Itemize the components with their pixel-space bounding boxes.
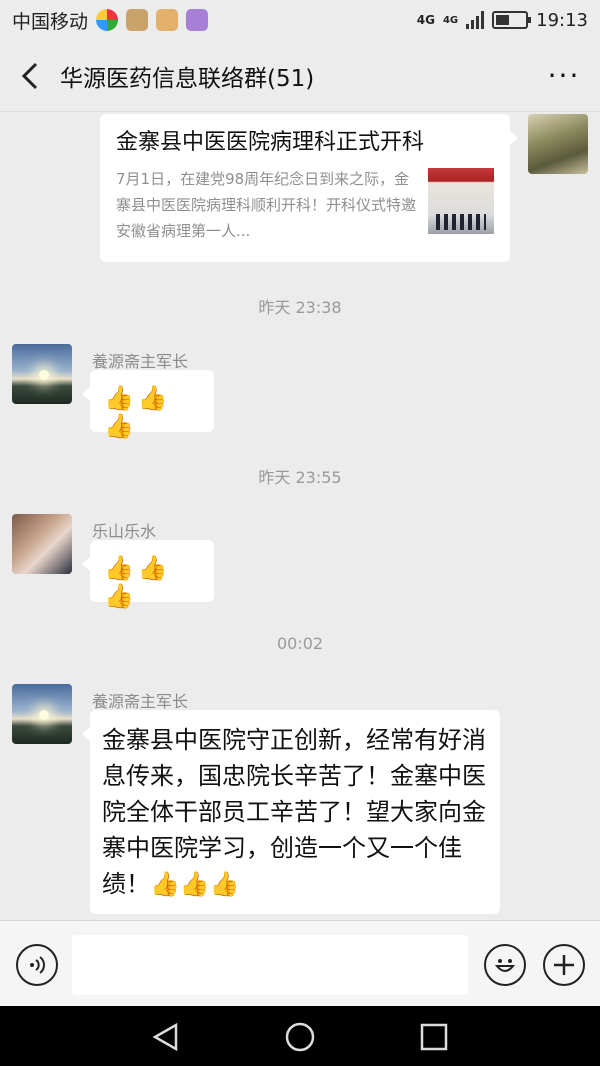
message-input[interactable]: [72, 935, 468, 995]
my-avatar[interactable]: [528, 114, 588, 174]
voice-button[interactable]: [16, 944, 58, 986]
plus-icon: [554, 955, 574, 975]
back-button[interactable]: [0, 40, 60, 112]
sender-name: 乐山乐水: [92, 522, 157, 541]
timestamp: 昨天 23:55: [258, 468, 342, 487]
tag-app-icon: [156, 9, 179, 31]
link-card[interactable]: 金寨县中医医院病理科正式开科 7月1日，在建党98周年纪念日到来之际，金寨县中医…: [100, 114, 518, 262]
link-card-title: 金寨县中医医院病理科正式开科: [116, 130, 425, 155]
carrier-name: 中国移动: [12, 10, 89, 33]
link-card-thumbnail: [428, 168, 494, 234]
sender-avatar[interactable]: [12, 514, 72, 574]
circle-home-icon: [285, 1022, 315, 1052]
smiley-icon: [494, 959, 516, 972]
chevron-left-icon: [21, 62, 38, 89]
system-nav-bar: [0, 1006, 600, 1066]
message-text: 金寨县中医院守正创新，经常有好消息传来，国忠院长辛苦了！金塞中医院全体干部员工辛…: [102, 726, 486, 898]
link-card-description: 7月1日，在建党98周年纪念日到来之际，金寨县中医医院病理科顺利开科！开科仪式特…: [116, 170, 416, 240]
sender-avatar[interactable]: [12, 684, 72, 744]
voice-icon: [30, 956, 45, 974]
square-recents-icon: [420, 1023, 448, 1051]
thumbs-up-emoji: 👍👍👍: [104, 554, 172, 610]
nav-home-button[interactable]: [284, 1021, 316, 1053]
chat-messages[interactable]: 金寨县中医医院病理科正式开科 7月1日，在建党98周年纪念日到来之际，金寨县中医…: [0, 112, 600, 920]
chat-header: 华源医药信息联络群(51) ···: [0, 40, 600, 112]
timestamp: 昨天 23:38: [258, 298, 342, 317]
emoji-button[interactable]: [484, 944, 526, 986]
nav-recents-button[interactable]: [418, 1021, 450, 1053]
sender-name: 養源斋主军长: [92, 352, 189, 371]
battery-level: [496, 15, 509, 25]
gallery-app-icon: [186, 9, 209, 31]
app-notification-icon: [96, 9, 119, 31]
timestamp: 00:02: [276, 634, 324, 653]
sender-name: 養源斋主军长: [92, 692, 189, 711]
sender-avatar[interactable]: [12, 344, 72, 404]
input-bar: [0, 920, 600, 1006]
thumbs-up-emoji: 👍👍👍: [104, 384, 172, 440]
network-4g-icon: 4G: [416, 12, 435, 27]
chat-title: 华源医药信息联络群(51): [60, 65, 315, 92]
more-icon: ···: [547, 59, 581, 92]
signal-strength-icon: [466, 11, 485, 29]
signal-4g-icon: 4G: [442, 14, 459, 26]
health-app-icon: [126, 9, 149, 31]
triangle-back-icon: [152, 1022, 178, 1052]
add-button[interactable]: [543, 944, 585, 986]
nav-back-button[interactable]: [150, 1021, 182, 1053]
message-bubble[interactable]: 👍👍👍: [82, 540, 214, 610]
battery-icon: [492, 11, 532, 29]
clock: 19:13: [536, 9, 588, 31]
status-bar: 中国移动 4G 4G 19:13: [0, 0, 600, 40]
message-bubble[interactable]: 金寨县中医院守正创新，经常有好消息传来，国忠院长辛苦了！金塞中医院全体干部员工辛…: [82, 710, 500, 914]
message-bubble[interactable]: 👍👍👍: [82, 370, 214, 440]
more-options-button[interactable]: ···: [528, 40, 600, 112]
